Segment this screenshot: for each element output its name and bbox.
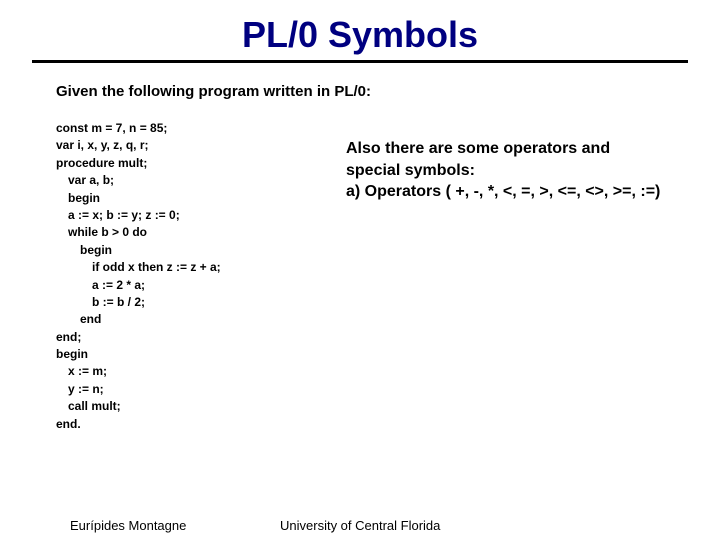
code-line: end.: [56, 416, 306, 433]
code-line: var a, b;: [68, 172, 306, 189]
code-line: call mult;: [68, 398, 306, 415]
code-line: begin: [56, 346, 306, 363]
note-line: Also there are some operators and: [346, 138, 706, 160]
code-line: y := n;: [68, 381, 306, 398]
title-underline: [32, 60, 688, 63]
code-line: begin: [80, 242, 306, 259]
code-line: procedure mult;: [56, 155, 306, 172]
code-line: begin: [68, 190, 306, 207]
code-line: b := b / 2;: [92, 294, 306, 311]
code-line: const m = 7, n = 85;: [56, 120, 306, 137]
code-line: var i, x, y, z, q, r;: [56, 137, 306, 154]
footer-org: University of Central Florida: [280, 518, 440, 533]
footer-author: Eurípides Montagne: [70, 518, 186, 533]
page-title: PL/0 Symbols: [0, 0, 720, 56]
code-line: while b > 0 do: [68, 224, 306, 241]
content-area: const m = 7, n = 85; var i, x, y, z, q, …: [0, 120, 720, 433]
code-line: end;: [56, 329, 306, 346]
code-line: a := x; b := y; z := 0;: [68, 207, 306, 224]
code-line: a := 2 * a;: [92, 277, 306, 294]
code-block: const m = 7, n = 85; var i, x, y, z, q, …: [56, 120, 306, 433]
code-line: x := m;: [68, 363, 306, 380]
note-line: special symbols:: [346, 160, 706, 182]
code-line: if odd x then z := z + a;: [92, 259, 306, 276]
code-line: end: [80, 311, 306, 328]
operators-note: Also there are some operators and specia…: [346, 138, 706, 433]
note-line: a) Operators ( +, -, *, <, =, >, <=, <>,…: [346, 181, 706, 203]
intro-text: Given the following program written in P…: [56, 83, 720, 100]
